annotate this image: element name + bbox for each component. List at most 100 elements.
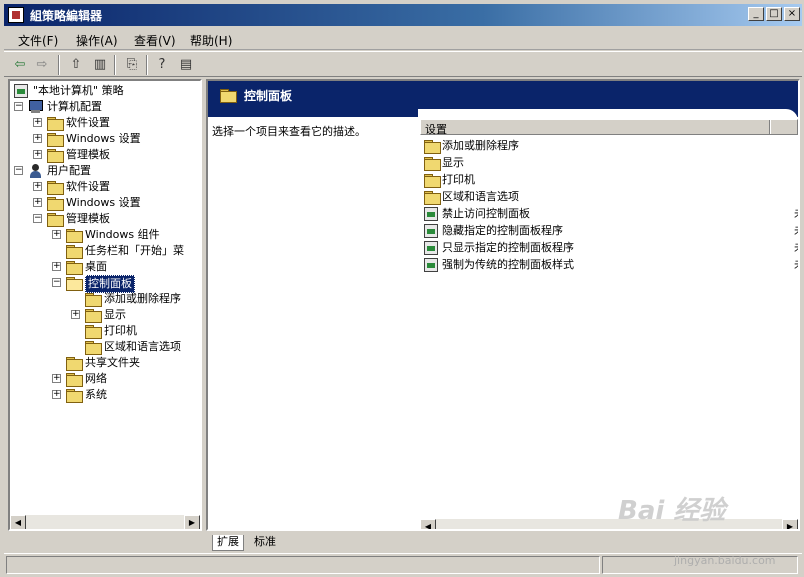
- forward-arrow-icon[interactable]: ⇨: [32, 55, 52, 75]
- gpedit-app-icon: [8, 7, 24, 23]
- menu-help[interactable]: 帮助(H): [190, 32, 232, 49]
- details-header: 控制面板: [208, 81, 798, 123]
- folder-icon: [85, 293, 102, 307]
- help-icon[interactable]: ?: [152, 55, 172, 75]
- tree-item-label: Windows 组件: [85, 228, 160, 241]
- folder-icon: [66, 245, 83, 259]
- expand-icon[interactable]: +: [52, 374, 61, 383]
- app-window: 組策略編辑器 _ □ × 文件(F) 操作(A) 查看(V) 帮助(H) ⇦ ⇨…: [0, 0, 804, 577]
- column-header-label: 设置: [425, 123, 447, 136]
- folder-icon: [424, 191, 441, 205]
- tree-item-label: 用户配置: [47, 164, 91, 177]
- up-folder-icon[interactable]: ⇧: [66, 55, 86, 75]
- minimize-button[interactable]: _: [748, 7, 764, 21]
- list-item-state: 未: [794, 257, 798, 273]
- folder-icon: [424, 174, 441, 188]
- folder-icon: [66, 389, 83, 403]
- scroll-right-arrow[interactable]: ▶: [782, 519, 798, 529]
- folder-icon: [220, 89, 237, 103]
- scroll-left-arrow[interactable]: ◀: [420, 519, 436, 529]
- scroll-right-arrow[interactable]: ▶: [184, 515, 200, 529]
- expand-icon[interactable]: +: [71, 310, 80, 319]
- back-arrow-icon[interactable]: ⇦: [10, 55, 30, 75]
- tree-item-label: 任务栏和「开始」菜: [85, 244, 184, 257]
- menu-file[interactable]: 文件(F): [18, 32, 58, 49]
- column-divider[interactable]: [769, 120, 771, 134]
- tab-standard[interactable]: 标准: [250, 535, 280, 551]
- title-bar[interactable]: 組策略編辑器 _ □ ×: [4, 4, 802, 26]
- tree-item-label: Windows 设置: [66, 132, 141, 145]
- tree-item-label: 添加或删除程序: [104, 292, 181, 305]
- list-item-label: 添加或删除程序: [442, 139, 519, 152]
- collapse-icon[interactable]: −: [14, 166, 23, 175]
- collapse-icon[interactable]: −: [14, 102, 23, 111]
- maximize-button[interactable]: □: [766, 7, 782, 21]
- tree-item-label: "本地计算机" 策略: [33, 84, 124, 97]
- show-hide-tree-icon[interactable]: ▥: [90, 55, 110, 75]
- tab-extended[interactable]: 扩展: [212, 535, 244, 551]
- folder-icon: [47, 117, 64, 131]
- list-item-label: 隐藏指定的控制面板程序: [442, 224, 563, 237]
- tree-item-label: Windows 设置: [66, 196, 141, 209]
- folder-icon: [424, 140, 441, 154]
- tree-item-label: 系统: [85, 388, 107, 401]
- list-item-label: 禁止访问控制面板: [442, 207, 530, 220]
- expand-icon[interactable]: +: [52, 262, 61, 271]
- toolbar-separator: [146, 55, 148, 75]
- folder-icon: [85, 341, 102, 355]
- expand-icon[interactable]: +: [33, 182, 42, 191]
- list-item-label: 只显示指定的控制面板程序: [442, 241, 574, 254]
- tree-item-label: 区域和语言选项: [104, 340, 181, 353]
- tree-item-label: 管理模板: [66, 148, 110, 161]
- watermark-logo: Bai 经验: [618, 496, 726, 526]
- folder-icon: [85, 325, 102, 339]
- policy-icon: [424, 258, 438, 272]
- tree-item-label: 桌面: [85, 260, 107, 273]
- folder-icon: [47, 133, 64, 147]
- view-icon[interactable]: ▤: [176, 55, 196, 75]
- user-icon: [28, 163, 44, 179]
- details-pane: 控制面板 选择一个项目来查看它的描述。 设置 添加或删除程序 显示 打印机 区域和语言…: [206, 79, 800, 531]
- list-item-state: 未: [794, 240, 798, 256]
- folder-icon: [85, 309, 102, 323]
- menu-action[interactable]: 操作(A): [76, 32, 118, 49]
- folder-icon: [66, 229, 83, 243]
- collapse-icon[interactable]: −: [33, 214, 42, 223]
- policy-icon: [424, 224, 438, 238]
- tree-item-label: 显示: [104, 308, 126, 321]
- close-button[interactable]: ×: [784, 7, 800, 21]
- list-item-state: 未: [794, 206, 798, 222]
- policy-icon: [424, 207, 438, 221]
- watermark-url: jingyan.baidu.com: [674, 554, 776, 567]
- settings-list[interactable]: 设置 添加或删除程序显示打印机区域和语言选项禁止访问控制面板未隐藏指定的控制面板…: [420, 117, 798, 529]
- expand-icon[interactable]: +: [33, 134, 42, 143]
- expand-icon[interactable]: +: [52, 230, 61, 239]
- folder-icon: [47, 197, 64, 211]
- expand-icon[interactable]: +: [33, 198, 42, 207]
- list-item-label: 强制为传统的控制面板样式: [442, 258, 574, 271]
- tree-item-label: 管理模板: [66, 212, 110, 225]
- export-list-icon[interactable]: ⎘: [122, 55, 142, 75]
- expand-icon[interactable]: +: [52, 390, 61, 399]
- toolbar-separator: [114, 55, 116, 75]
- toolbar: ⇦ ⇨ ⇧ ▥ ⎘ ? ▤: [4, 51, 802, 77]
- expand-icon[interactable]: +: [33, 150, 42, 159]
- tree-pane[interactable]: "本地计算机" 策略 − 计算机配置 + 软件设置 + Windows 设置 + 管理模板 − 用户…: [8, 79, 202, 531]
- folder-icon: [47, 149, 64, 163]
- computer-icon: [28, 100, 44, 114]
- list-item-label: 显示: [442, 156, 464, 169]
- collapse-icon[interactable]: −: [52, 278, 61, 287]
- folder-icon: [66, 357, 83, 371]
- window-title: 組策略編辑器: [30, 9, 103, 23]
- menu-view[interactable]: 查看(V): [134, 32, 176, 49]
- tree-horizontal-scrollbar[interactable]: ◀ ▶: [10, 515, 200, 529]
- column-header-setting[interactable]: 设置: [420, 119, 798, 136]
- tree-item-label: 共享文件夹: [85, 356, 140, 369]
- expand-icon[interactable]: +: [33, 118, 42, 127]
- scroll-left-arrow[interactable]: ◀: [10, 515, 26, 529]
- open-folder-icon: [66, 277, 83, 291]
- policy-icon: [424, 241, 438, 255]
- toolbar-separator: [58, 55, 60, 75]
- folder-icon: [47, 181, 64, 195]
- folder-icon: [424, 157, 441, 171]
